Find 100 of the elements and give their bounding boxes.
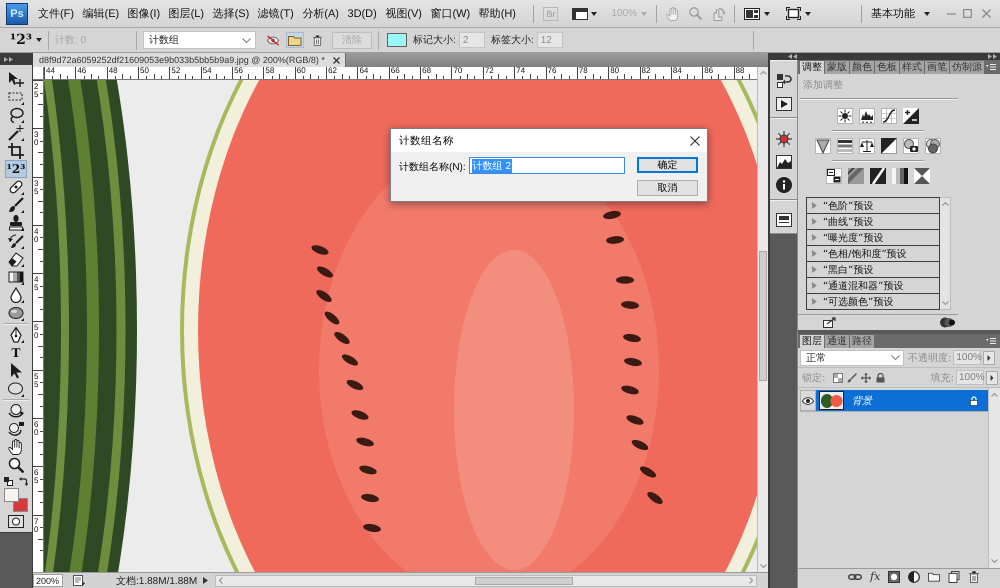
expand-arrows-icon[interactable] (4, 56, 13, 62)
lock-position-icon[interactable] (861, 372, 872, 382)
page-icon[interactable] (73, 575, 85, 586)
link-icon[interactable] (848, 572, 862, 580)
preset-item[interactable]: “黑白”预设 (807, 262, 939, 278)
preset-item[interactable]: “色相/饱和度”预设 (807, 246, 939, 262)
dialog-button[interactable]: 取消 (637, 180, 698, 196)
menu-item[interactable]: 视图(V) (385, 6, 422, 21)
diagonal-split-icon[interactable] (881, 138, 897, 154)
menu-item[interactable]: 文件(F) (38, 6, 74, 21)
dialog-button[interactable]: 确定 (637, 157, 698, 173)
horizontal-scrollbar[interactable] (215, 574, 757, 586)
panel-tab[interactable]: 蒙版 (825, 61, 849, 74)
panel-tab[interactable]: 样式 (900, 61, 924, 74)
threshold-icon[interactable] (870, 168, 886, 184)
overlapping-circles-icon[interactable] (925, 138, 941, 154)
menu-item[interactable]: 图像(I) (128, 6, 160, 21)
preset-item[interactable]: “曲线”预设 (807, 214, 939, 230)
scales-icon[interactable] (859, 138, 875, 154)
layer-row[interactable]: 背景 (816, 390, 988, 411)
curves-icon[interactable] (881, 108, 897, 124)
invert-icon[interactable] (826, 168, 842, 184)
camera-filter-icon[interactable] (903, 138, 919, 154)
panel-tab[interactable]: 通道 (825, 335, 849, 348)
menu-item[interactable]: 分析(A) (302, 6, 339, 21)
menu-item[interactable]: 滤镜(T) (258, 6, 294, 21)
starburst-icon[interactable] (776, 131, 792, 147)
history-icon[interactable] (776, 73, 792, 89)
panel-tab[interactable]: 色板 (875, 61, 899, 74)
panel-tab[interactable]: 颜色 (850, 61, 874, 74)
menu-item[interactable]: 编辑(E) (82, 6, 120, 21)
exposure-icon[interactable] (903, 108, 919, 124)
count-group-dropdown[interactable]: 计数组 (143, 31, 256, 49)
blend-mode-dropdown[interactable]: 正常 (800, 350, 904, 366)
panel-menu-icon[interactable] (986, 338, 996, 344)
panel-tab[interactable]: 图层 (800, 335, 824, 348)
scrollbar-thumb[interactable] (475, 576, 574, 584)
arrange-documents-button[interactable] (744, 8, 770, 20)
info-icon[interactable] (776, 177, 792, 193)
menu-item[interactable]: 选择(S) (212, 6, 250, 21)
lock-brush-icon[interactable] (847, 372, 858, 382)
lock-transparency-icon[interactable] (833, 372, 844, 382)
vertical-scrollbar[interactable] (757, 67, 768, 572)
menu-item[interactable]: 3D(D) (347, 8, 377, 20)
levels-icon[interactable] (859, 108, 875, 124)
collapse-arrows-icon[interactable] (788, 54, 797, 59)
count-tool[interactable]: ¹2³ (5, 160, 27, 178)
bars-icon[interactable] (837, 138, 853, 154)
visibility-toggle[interactable] (800, 390, 816, 411)
type-tool[interactable]: T (5, 344, 27, 362)
new-layer-icon[interactable] (948, 570, 960, 582)
close-icon[interactable] (332, 56, 340, 64)
crop-tool[interactable] (5, 142, 27, 160)
workspace-switcher[interactable]: 基本功能 (871, 6, 930, 21)
tool-preset-picker[interactable]: ¹2³ (10, 32, 42, 48)
maximize-icon[interactable] (963, 9, 972, 18)
screen-mode-button[interactable] (786, 7, 812, 20)
foreground-background-colors-icon[interactable] (4, 488, 28, 512)
default-colors-icon[interactable] (4, 477, 13, 486)
fx-button[interactable]: fx (870, 570, 880, 583)
zoom-field[interactable]: 200% (33, 574, 63, 587)
vertical-scrollbar[interactable] (940, 197, 951, 310)
menu-item[interactable]: 图层(L) (168, 6, 204, 21)
marker-color-swatch-icon[interactable] (387, 33, 408, 47)
document-tab[interactable]: d8f9d72a6059252df21609053e9b033b5bb5b9a9.jpg @ 200%(RGB/8) * (33, 53, 346, 67)
quick-mask-icon[interactable] (8, 515, 24, 528)
panel-tab[interactable]: 调整 (800, 61, 824, 74)
panel-tab[interactable]: 仿制源 (950, 61, 984, 74)
play-icon[interactable] (776, 97, 792, 111)
preset-item[interactable]: “曝光度”预设 (807, 230, 939, 246)
selective-color-icon[interactable] (914, 168, 930, 184)
gradient-map-icon[interactable] (892, 168, 908, 184)
clip-to-layer-icon[interactable] (940, 317, 955, 328)
panel-menu-icon[interactable] (986, 64, 996, 70)
preset-item[interactable]: “通道混和器”预设 (807, 278, 939, 294)
sun-icon[interactable] (837, 108, 853, 124)
view-extras-button[interactable] (572, 8, 598, 20)
minimize-icon[interactable] (947, 12, 956, 14)
half-circle-icon[interactable] (908, 570, 920, 582)
trash-icon[interactable] (968, 570, 980, 582)
ellipse-tool[interactable] (5, 380, 27, 398)
panel-tab[interactable]: 路径 (850, 335, 874, 348)
mask-icon[interactable] (888, 570, 900, 582)
folder-icon[interactable] (928, 572, 940, 582)
layer-comps-icon[interactable] (776, 213, 792, 227)
scrollbar-thumb[interactable] (759, 251, 767, 381)
history-brush-tool[interactable] (5, 232, 27, 250)
swap-colors-icon[interactable] (19, 477, 28, 486)
new-group-button[interactable] (286, 32, 304, 48)
preset-item[interactable]: “可选颜色”预设 (807, 294, 939, 309)
arrow-right-icon[interactable] (203, 577, 208, 584)
posterize-icon[interactable] (848, 168, 864, 184)
vertical-scrollbar[interactable] (988, 388, 1000, 568)
histogram-icon[interactable] (776, 155, 792, 169)
menu-item[interactable]: 帮助(H) (478, 6, 516, 21)
panel-tab[interactable]: 画笔 (925, 61, 949, 74)
lock-icon[interactable] (876, 372, 886, 382)
preset-item[interactable]: “色阶”预设 (807, 198, 939, 214)
return-list-icon[interactable] (823, 317, 838, 328)
expand-arrows-icon[interactable] (988, 54, 997, 59)
